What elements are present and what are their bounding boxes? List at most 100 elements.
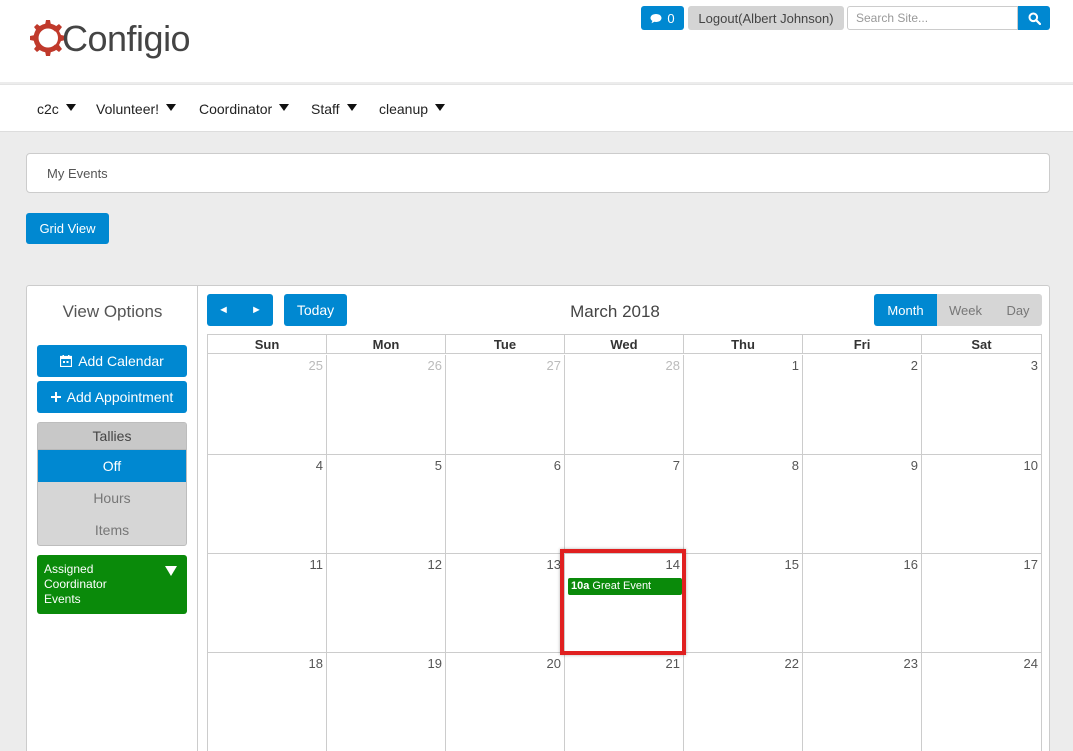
assigned-coordinator-events-calendar[interactable]: Assigned Coordinator Events (37, 555, 187, 614)
week-row: 4 5 6 7 8 9 10 (208, 455, 1041, 554)
day-cell[interactable]: 1 (684, 355, 803, 454)
day-cell[interactable]: 7 (565, 455, 684, 553)
add-appointment-label: Add Appointment (66, 389, 174, 405)
day-cell[interactable]: 13 (446, 554, 565, 652)
day-cell[interactable]: 5 (327, 455, 446, 553)
nav-item-label: cleanup (379, 100, 429, 117)
weekday-header: Sun (208, 335, 327, 354)
nav-item-c2c[interactable]: c2c (37, 85, 76, 132)
next-arrow-icon: ► (251, 304, 262, 316)
day-number: 28 (665, 358, 680, 373)
day-number: 3 (1030, 358, 1038, 373)
nav-item-staff[interactable]: Staff (311, 85, 357, 132)
day-cell[interactable]: 23 (803, 653, 922, 751)
day-cell[interactable]: 14 10a Great Event (565, 554, 684, 652)
search-input[interactable] (847, 6, 1018, 30)
nav-item-cleanup[interactable]: cleanup (379, 85, 446, 132)
event-time: 10a (571, 580, 590, 592)
next-month-button[interactable]: ► (240, 294, 273, 326)
day-number: 5 (434, 458, 442, 473)
day-number: 2 (910, 358, 918, 373)
add-appointment-button[interactable]: Add Appointment (37, 381, 187, 413)
caret-down-icon (65, 104, 76, 111)
day-cell[interactable]: 26 (327, 355, 446, 454)
prev-month-button[interactable]: ◄ (207, 294, 240, 326)
breadcrumb: My Events (26, 153, 1050, 193)
calendar-title: March 2018 (570, 302, 660, 321)
day-cell[interactable]: 17 (922, 554, 1041, 652)
add-calendar-button[interactable]: Add Calendar (37, 345, 187, 377)
day-number: 17 (1023, 557, 1038, 572)
messages-button[interactable]: 0 (641, 6, 684, 30)
day-number: 14 (665, 557, 680, 572)
month-view-button[interactable]: Month (874, 294, 937, 326)
day-number: 24 (1023, 656, 1038, 671)
day-cell[interactable]: 22 (684, 653, 803, 751)
tallies-header: Tallies (38, 423, 186, 450)
search-icon (1028, 12, 1041, 25)
triangle-down-icon[interactable] (165, 566, 177, 576)
weekday-header: Tue (446, 335, 565, 354)
week-row: 25 26 27 28 1 2 3 (208, 355, 1041, 455)
week-view-button[interactable]: Week (937, 294, 994, 326)
view-switcher: Month Week Day (874, 294, 1042, 326)
day-cell[interactable]: 3 (922, 355, 1041, 454)
day-number: 1 (791, 358, 799, 373)
nav-item-label: c2c (37, 100, 59, 117)
day-number: 8 (791, 458, 799, 473)
caret-down-icon (279, 104, 290, 111)
day-cell[interactable]: 21 (565, 653, 684, 751)
caret-down-icon (435, 104, 446, 111)
day-cell[interactable]: 9 (803, 455, 922, 553)
week-row: 18 19 20 21 22 23 24 (208, 653, 1041, 751)
grid-view-button[interactable]: Grid View (26, 213, 109, 244)
search-button[interactable] (1018, 6, 1050, 30)
tally-option-items[interactable]: Items (38, 514, 186, 545)
day-cell[interactable]: 6 (446, 455, 565, 553)
logo-wordmark: Configio (62, 18, 191, 59)
day-number: 21 (665, 656, 680, 671)
weekday-header: Thu (684, 335, 803, 354)
day-cell[interactable]: 19 (327, 653, 446, 751)
day-cell[interactable]: 2 (803, 355, 922, 454)
day-cell[interactable]: 11 (208, 554, 327, 652)
day-cell[interactable]: 18 (208, 653, 327, 751)
day-number: 11 (309, 557, 324, 572)
day-cell[interactable]: 25 (208, 355, 327, 454)
day-number: 6 (553, 458, 561, 473)
day-cell[interactable]: 10 (922, 455, 1041, 553)
prev-arrow-icon: ◄ (218, 304, 229, 316)
day-number: 13 (546, 557, 561, 572)
day-view-button[interactable]: Day (994, 294, 1042, 326)
day-cell[interactable]: 20 (446, 653, 565, 751)
day-cell[interactable]: 24 (922, 653, 1041, 751)
add-calendar-label: Add Calendar (78, 353, 164, 369)
nav-item-label: Staff (311, 100, 340, 117)
day-cell[interactable]: 4 (208, 455, 327, 553)
day-cell[interactable]: 16 (803, 554, 922, 652)
day-cell[interactable]: 8 (684, 455, 803, 553)
weekday-header: Mon (327, 335, 446, 354)
nav-item-coordinator[interactable]: Coordinator (199, 85, 290, 132)
week-row: 11 12 13 14 10a Great Event 15 16 17 (208, 554, 1041, 653)
nav-item-volunteer[interactable]: Volunteer! (96, 85, 177, 132)
today-button[interactable]: Today (284, 294, 347, 326)
day-cell[interactable]: 28 (565, 355, 684, 454)
tally-option-off[interactable]: Off (38, 450, 186, 482)
weekday-header: Wed (565, 335, 684, 354)
day-cell[interactable]: 27 (446, 355, 565, 454)
configio-logo[interactable]: Configio (24, 12, 191, 68)
caret-down-icon (346, 104, 357, 111)
day-cell[interactable]: 12 (327, 554, 446, 652)
site-header: Configio 0 Logout(Albert Johnson) (0, 0, 1073, 82)
weekday-header: Sat (971, 337, 992, 352)
day-cell[interactable]: 15 (684, 554, 803, 652)
day-number: 10 (1023, 458, 1038, 473)
day-number: 16 (903, 557, 918, 572)
nav-item-label: Coordinator (199, 100, 273, 117)
logout-button[interactable]: Logout(Albert Johnson) (688, 6, 844, 30)
calendar-event[interactable]: 10a Great Event (568, 578, 682, 595)
calendar-panel: View Options Add Calendar Add Appointmen… (26, 285, 1050, 751)
day-number: 23 (903, 656, 918, 671)
tally-option-hours[interactable]: Hours (38, 482, 186, 514)
